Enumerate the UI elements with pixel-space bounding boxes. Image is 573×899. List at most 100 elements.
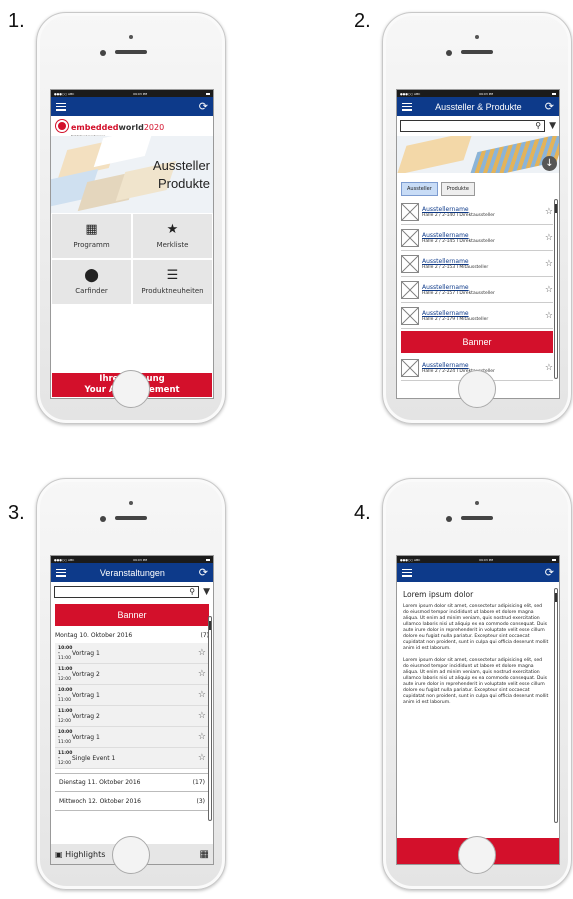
grid-view-icon[interactable]: ▦ xyxy=(200,849,209,860)
location-pin-icon: ⬤ xyxy=(84,268,99,283)
star-outline-icon[interactable]: ☆ xyxy=(198,732,206,742)
event-row[interactable]: 10:00 -11:00 Vortrag 1 ☆ xyxy=(55,727,209,748)
star-outline-icon[interactable]: ☆ xyxy=(198,753,206,763)
scrollbar[interactable] xyxy=(554,199,558,379)
logo: embeddedworld2020 Exhibition&Conference xyxy=(51,116,213,138)
event-end: 12:00 xyxy=(58,760,71,766)
refresh-icon[interactable]: ⟳ xyxy=(199,567,208,578)
carrier-text: ●●●○○ ABC xyxy=(54,557,75,562)
tile-label: Merkliste xyxy=(156,241,189,249)
event-end: 11:00 xyxy=(58,655,71,661)
home-button[interactable] xyxy=(112,836,150,874)
list-item[interactable]: Ausstellername Halle 2 / 2-140 I Direktau… xyxy=(401,199,553,225)
page-title: Veranstaltungen xyxy=(99,567,165,578)
menu-icon[interactable] xyxy=(56,102,66,111)
day-label: Mittwoch 12. Oktober 2016 xyxy=(59,797,141,805)
refresh-icon[interactable]: ⟳ xyxy=(545,567,554,578)
search-icon[interactable]: ⚲ xyxy=(535,121,541,130)
exhibitor-name[interactable]: Ausstellername xyxy=(422,232,545,239)
home-button[interactable] xyxy=(458,370,496,408)
placeholder-image-icon xyxy=(401,358,419,377)
event-row[interactable]: 10:00 -11:00 Vortrag 1 ☆ xyxy=(55,643,209,664)
exhibitor-name[interactable]: Ausstellername xyxy=(422,258,545,265)
exhibitor-name[interactable]: Ausstellername xyxy=(422,310,545,317)
filter-icon[interactable]: ▼ xyxy=(203,587,210,597)
list-item[interactable]: Ausstellername Halle 2 / 2-157 I Direktau… xyxy=(401,277,553,303)
label-1: 1. xyxy=(8,10,25,32)
highlights-button[interactable]: ▣ Highlights xyxy=(55,850,105,859)
event-row[interactable]: 11:00 -12:00 Vortrag 2 ☆ xyxy=(55,664,209,685)
phone-4: ●●●○○ ABC 09:03 PM ⟳ Lorem ipsum dolor L… xyxy=(382,478,572,890)
refresh-icon[interactable]: ⟳ xyxy=(545,101,554,112)
nav-bar: ⟳ xyxy=(397,563,559,582)
event-name: Vortrag 1 xyxy=(72,691,100,699)
logo-mark-icon xyxy=(56,120,68,132)
exhibitor-name[interactable]: Ausstellername xyxy=(422,362,545,369)
banner[interactable]: Banner xyxy=(55,604,209,626)
tile-produktneuheiten[interactable]: ☰ Produktneuheiten xyxy=(133,260,212,304)
menu-icon[interactable] xyxy=(402,102,412,111)
filter-icon[interactable]: ▼ xyxy=(549,121,556,131)
event-end: 12:00 xyxy=(58,718,71,724)
home-button[interactable] xyxy=(458,836,496,874)
exhibitor-name[interactable]: Ausstellername xyxy=(422,206,545,213)
battery-icon xyxy=(205,558,210,561)
list-item[interactable]: Ausstellername Halle 2 / 2-145 I Direktau… xyxy=(401,225,553,251)
menu-icon[interactable] xyxy=(56,568,66,577)
highlights-label: Highlights xyxy=(65,849,106,859)
day-header-montag[interactable]: Montag 10. Oktober 2016 (7) xyxy=(51,628,213,643)
article-heading: Lorem ipsum dolor xyxy=(403,590,474,599)
hall-map-banner[interactable]: ↓ xyxy=(397,136,559,173)
star-outline-icon[interactable]: ☆ xyxy=(545,285,553,295)
scrollbar[interactable] xyxy=(208,616,212,821)
scrollbar[interactable] xyxy=(554,588,558,823)
tab-aussteller[interactable]: Aussteller xyxy=(401,182,438,196)
list-icon: ☰ xyxy=(166,268,179,283)
nav-bar: Aussteller & Produkte ⟳ xyxy=(397,97,559,116)
day-header-dienstag[interactable]: Dienstag 11. Oktober 2016 (17) xyxy=(55,773,209,792)
search-input[interactable]: ⚲ xyxy=(54,586,200,598)
search-input[interactable]: ⚲ xyxy=(400,120,546,132)
day-header-mittwoch[interactable]: Mittwoch 12. Oktober 2016 (3) xyxy=(55,792,209,811)
home-button[interactable] xyxy=(112,370,150,408)
refresh-icon[interactable]: ⟳ xyxy=(199,101,208,112)
tile-merkliste[interactable]: ★ Merkliste xyxy=(133,214,212,258)
star-outline-icon[interactable]: ☆ xyxy=(545,233,553,243)
exhibitor-name[interactable]: Ausstellername xyxy=(422,284,545,291)
list-item[interactable]: Ausstellername Halle 2 / 2-179 I Mitausst… xyxy=(401,303,553,329)
tile-label: Produktneuheiten xyxy=(141,287,204,295)
star-outline-icon[interactable]: ☆ xyxy=(198,669,206,679)
menu-icon[interactable] xyxy=(402,568,412,577)
tile-label: Carfinder xyxy=(75,287,108,295)
banner[interactable]: Banner xyxy=(401,331,553,353)
event-start: 11:00 - xyxy=(58,750,73,761)
tile-programm[interactable]: ▦ Programm xyxy=(52,214,131,258)
day-count: (17) xyxy=(192,779,205,786)
star-outline-icon[interactable]: ☆ xyxy=(198,690,206,700)
tile-label: Programm xyxy=(73,241,110,249)
event-row[interactable]: 11:00 -12:00 Single Event 1 ☆ xyxy=(55,748,209,769)
star-icon: ★ xyxy=(166,222,179,237)
event-start: 10:00 - xyxy=(58,645,73,656)
search-icon[interactable]: ⚲ xyxy=(189,587,195,596)
star-outline-icon[interactable]: ☆ xyxy=(198,711,206,721)
download-icon[interactable]: ↓ xyxy=(542,156,557,171)
status-bar: ●●●○○ ABC 09:03 PM xyxy=(397,556,559,563)
star-outline-icon[interactable]: ☆ xyxy=(545,363,553,373)
article-body: Lorem ipsum dolor Lorem ipsum dolor sit … xyxy=(397,582,559,706)
list-item[interactable]: Ausstellername Halle 2 / 2-153 I Mitausst… xyxy=(401,251,553,277)
event-row[interactable]: 10:00 -11:00 Vortrag 1 ☆ xyxy=(55,685,209,706)
status-bar: ●●●○○ ABC 09:03 PM xyxy=(51,90,213,97)
star-outline-icon[interactable]: ☆ xyxy=(545,311,553,321)
star-outline-icon[interactable]: ☆ xyxy=(545,259,553,269)
tab-produkte[interactable]: Produkte xyxy=(440,182,475,196)
hero-exhibitors-products[interactable]: Aussteller Produkte xyxy=(51,136,213,213)
status-bar: ●●●○○ ABC 09:03 PM xyxy=(397,90,559,97)
star-outline-icon[interactable]: ☆ xyxy=(198,648,206,658)
phone-1: ●●●○○ ABC 09:03 PM ⟳ embeddedworld2020 E… xyxy=(36,12,226,424)
status-time: 09:03 PM xyxy=(133,557,148,562)
tile-carfinder[interactable]: ⬤ Carfinder xyxy=(52,260,131,304)
status-time: 09:03 PM xyxy=(133,91,148,96)
event-row[interactable]: 11:00 -12:00 Vortrag 2 ☆ xyxy=(55,706,209,727)
star-outline-icon[interactable]: ☆ xyxy=(545,207,553,217)
